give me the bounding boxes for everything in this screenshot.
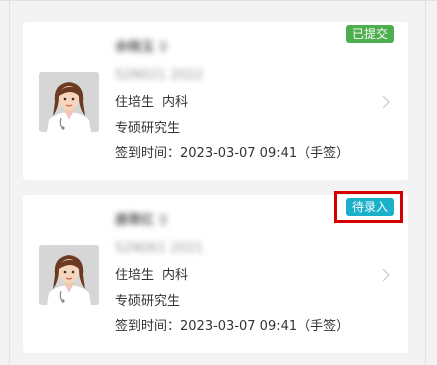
doctor-avatar-icon bbox=[39, 245, 99, 305]
checkin-time: 签到时间：2023-03-07 09:41（手签） bbox=[115, 146, 350, 161]
student-id-year: S2N021 2022 bbox=[115, 68, 204, 83]
top-border bbox=[0, 0, 437, 1]
doctor-avatar-icon bbox=[39, 72, 99, 132]
student-type: 专硕研究生 bbox=[115, 121, 181, 136]
department-label: 内科 bbox=[162, 268, 189, 283]
chevron-right-icon[interactable] bbox=[381, 94, 391, 110]
checkin-time: 签到时间：2023-03-07 09:41（手签） bbox=[115, 319, 350, 334]
role-label: 住培生 bbox=[115, 268, 155, 283]
student-role: 住培生 内科 bbox=[115, 268, 188, 284]
status-badge: 已提交 bbox=[346, 25, 395, 43]
chevron-right-icon[interactable] bbox=[381, 267, 391, 283]
student-type: 专硕研究生 bbox=[115, 294, 181, 309]
student-card[interactable]: 余晓玉 ♀ S2N021 2022 住培生 内科 专硕研究生 签到时间：2023-… bbox=[23, 22, 408, 180]
student-name: 余晓玉 ♀ bbox=[115, 40, 169, 55]
student-name: 唐翠红 ♀ bbox=[115, 213, 169, 228]
student-id-year: S2N061 2021 bbox=[115, 241, 204, 256]
left-border bbox=[9, 0, 10, 365]
highlight-box bbox=[334, 191, 403, 223]
student-role: 住培生 内科 bbox=[115, 95, 188, 111]
right-border bbox=[425, 0, 426, 365]
role-label: 住培生 bbox=[115, 95, 155, 110]
department-label: 内科 bbox=[162, 95, 189, 110]
